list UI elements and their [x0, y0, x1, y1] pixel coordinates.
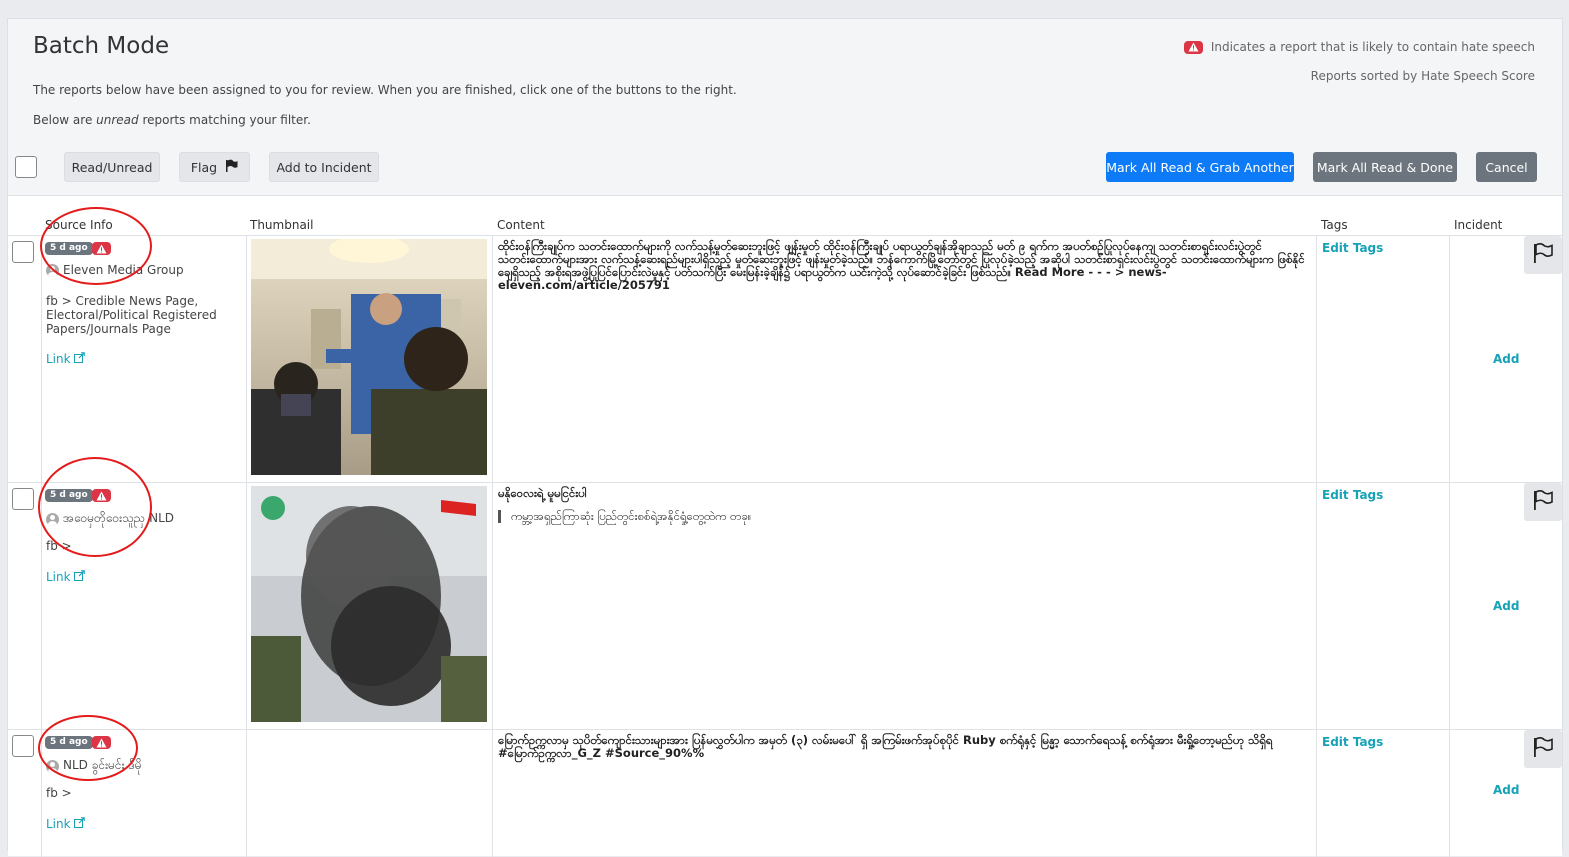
- filter-prefix: Below are: [33, 113, 97, 127]
- column-divider: [41, 236, 42, 482]
- column-divider: [1316, 236, 1317, 482]
- source-category: fb >: [46, 786, 72, 800]
- edit-tags-link[interactable]: Edit Tags: [1322, 241, 1383, 255]
- report-row: 5 d ago Eleven Media Group fb > Credible…: [8, 235, 1562, 482]
- sort-note: Reports sorted by Hate Speech Score: [1310, 69, 1535, 83]
- mark-done-label: Mark All Read & Done: [1316, 159, 1454, 175]
- instructions-text: The reports below have been assigned to …: [33, 83, 737, 97]
- mark-all-read-grab-another-button[interactable]: Mark All Read & Grab Another: [1106, 152, 1294, 182]
- select-all-checkbox[interactable]: [15, 156, 37, 178]
- report-thumbnail[interactable]: [251, 486, 487, 722]
- annotation-circle: [38, 715, 138, 781]
- hate-speech-legend: Indicates a report that is likely to con…: [1183, 40, 1535, 54]
- source-link[interactable]: Link: [46, 817, 85, 831]
- column-divider: [246, 236, 247, 482]
- read-unread-label: Read/Unread: [71, 159, 153, 175]
- mark-grab-label: Mark All Read & Grab Another: [1106, 159, 1294, 175]
- annotation-circle: [40, 207, 152, 285]
- column-divider: [1449, 236, 1450, 482]
- external-link-icon: [73, 817, 85, 831]
- column-header-incident: Incident: [1454, 218, 1503, 232]
- link-label: Link: [46, 817, 71, 831]
- batch-mode-panel: Batch Mode The reports below have been a…: [7, 18, 1563, 857]
- source-link[interactable]: Link: [46, 570, 85, 584]
- report-content: မြောက်ဥက္ကလာမှ သုပိတ်ကျောင်းသားများအား ပ…: [498, 734, 1316, 760]
- report-content: မနိုဝေလးရဲ့ မူမငြင်းပါ ကမ္ဘာ့အရှည်ကြာဆုံ…: [498, 487, 1316, 523]
- flag-report-button[interactable]: [1524, 483, 1562, 521]
- filter-note: Below are unread reports matching your f…: [33, 113, 311, 127]
- flag-outline-icon: [1532, 489, 1554, 515]
- cancel-label: Cancel: [1485, 159, 1528, 175]
- content-text: မနိုဝေလးရဲ့ မူမငြင်းပါ: [498, 486, 587, 500]
- edit-tags-link[interactable]: Edit Tags: [1322, 735, 1383, 749]
- report-row: 5 d ago အဝေမှတိုဝေးသူညှ NLD fb > Link မန…: [8, 482, 1562, 729]
- external-link-icon: [73, 570, 85, 584]
- page-title: Batch Mode: [33, 33, 170, 59]
- flag-button[interactable]: Flag: [179, 152, 250, 182]
- legend-text: Indicates a report that is likely to con…: [1210, 40, 1535, 54]
- flag-icon: [225, 159, 238, 175]
- edit-tags-link[interactable]: Edit Tags: [1322, 488, 1383, 502]
- row-checkbox[interactable]: [12, 735, 34, 757]
- source-category: fb > Credible News Page, Electoral/Polit…: [46, 294, 217, 336]
- report-thumbnail[interactable]: [251, 239, 487, 475]
- add-incident-link[interactable]: Add: [1493, 599, 1519, 613]
- add-incident-link[interactable]: Add: [1493, 352, 1519, 366]
- filter-suffix: reports matching your filter.: [138, 113, 311, 127]
- filter-emphasis: unread: [96, 113, 139, 127]
- flag-outline-icon: [1532, 736, 1554, 762]
- read-unread-button[interactable]: Read/Unread: [64, 152, 160, 182]
- flag-report-button[interactable]: [1524, 730, 1562, 768]
- source-link[interactable]: Link: [46, 352, 85, 366]
- annotation-circle: [38, 457, 152, 557]
- column-divider: [1316, 483, 1317, 729]
- link-label: Link: [46, 570, 71, 584]
- column-header-content: Content: [497, 218, 545, 232]
- link-label: Link: [46, 352, 71, 366]
- column-header-thumbnail: Thumbnail: [250, 218, 314, 232]
- column-divider: [1449, 483, 1450, 729]
- mark-all-read-done-button[interactable]: Mark All Read & Done: [1313, 152, 1457, 182]
- content-text: မြောက်ဥက္ကလာမှ သုပိတ်ကျောင်းသားများအား ပ…: [498, 733, 1273, 760]
- add-to-incident-label: Add to Incident: [276, 159, 372, 175]
- column-header-tags: Tags: [1321, 218, 1348, 232]
- external-link-icon: [73, 352, 85, 366]
- flag-label: Flag: [190, 159, 218, 175]
- report-content: ထိုင်းဝန်ကြီးချုပ်က သတင်းထောက်များကို လက…: [498, 240, 1316, 292]
- add-to-incident-button[interactable]: Add to Incident: [269, 152, 379, 182]
- flag-outline-icon: [1532, 242, 1554, 268]
- cancel-button[interactable]: Cancel: [1476, 152, 1537, 182]
- flag-report-button[interactable]: [1524, 236, 1562, 274]
- column-divider: [492, 483, 493, 729]
- warning-icon: [1183, 40, 1203, 54]
- reports-table: Source Info Thumbnail Content Tags Incid…: [8, 196, 1562, 857]
- add-incident-link[interactable]: Add: [1493, 783, 1519, 797]
- content-text: ထိုင်းဝန်ကြီးချုပ်က သတင်းထောက်များကို လက…: [498, 239, 1305, 292]
- content-quote: ကမ္ဘာ့အရှည်ကြာဆုံး ပြည်တွင်းစစ်ရဲ့အနိုင်…: [498, 510, 1316, 523]
- column-divider: [246, 483, 247, 729]
- row-checkbox[interactable]: [12, 241, 34, 263]
- row-checkbox[interactable]: [12, 488, 34, 510]
- column-divider: [492, 236, 493, 482]
